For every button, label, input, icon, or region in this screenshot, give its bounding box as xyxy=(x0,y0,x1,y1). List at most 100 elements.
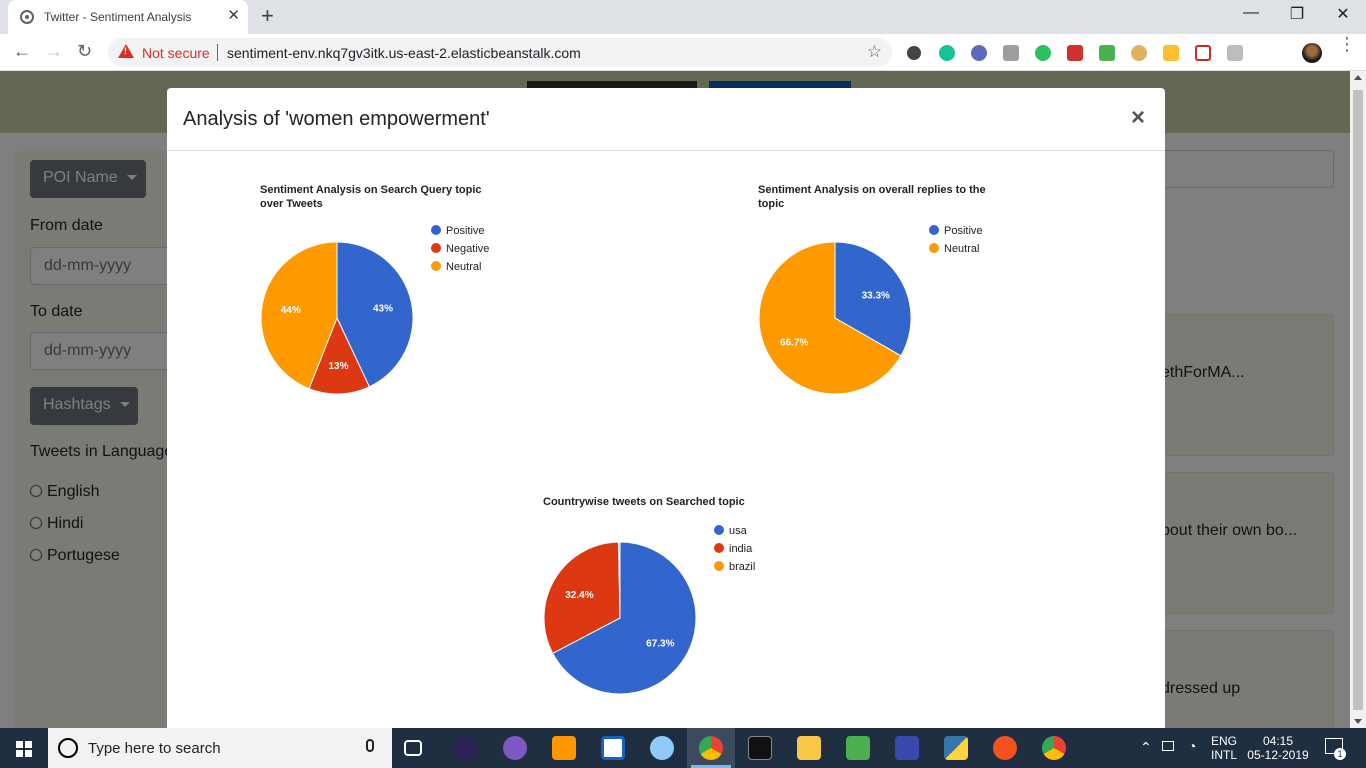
modal-header: Analysis of 'women empowerment' × xyxy=(167,88,1165,151)
url-text[interactable]: sentiment-env.nkq7gv3itk.us-east-2.elast… xyxy=(227,45,581,61)
terminal-icon[interactable] xyxy=(748,736,772,760)
legend-label: Negative xyxy=(446,243,490,255)
task-view-icon[interactable] xyxy=(404,740,422,756)
legend-item[interactable]: Negative xyxy=(431,242,489,256)
skype-icon[interactable] xyxy=(971,45,987,61)
reload-button[interactable]: ↻ xyxy=(77,41,92,61)
minimize-button[interactable]: — xyxy=(1228,4,1274,22)
cors-icon[interactable] xyxy=(1099,45,1115,61)
slice-label: 13% xyxy=(328,361,348,372)
slice-label: 43% xyxy=(373,304,393,315)
extension-icon-11[interactable] xyxy=(1227,45,1243,61)
chart-title: Countrywise tweets on Searched topic xyxy=(543,496,745,508)
legend-item[interactable]: Neutral xyxy=(431,260,481,274)
python-icon[interactable] xyxy=(944,736,968,760)
analysis-modal: Analysis of 'women empowerment' × Sentim… xyxy=(167,88,1165,738)
language-top: ENG xyxy=(1210,734,1237,748)
evernote-icon[interactable] xyxy=(1035,45,1051,61)
divider xyxy=(217,44,218,61)
forward-button[interactable]: → xyxy=(45,41,63,61)
back-button[interactable]: ← xyxy=(13,41,31,61)
windows-start-icon[interactable] xyxy=(16,741,32,757)
warning-icon xyxy=(118,44,134,58)
wifi-icon[interactable]: ◔ xyxy=(1188,739,1196,753)
cortana-icon xyxy=(58,738,78,758)
pie-chart: 67.3% 32.4% xyxy=(543,541,697,695)
network-app-icon[interactable] xyxy=(895,736,919,760)
legend-label: india xyxy=(729,543,753,555)
scroll-up-icon[interactable] xyxy=(1354,75,1362,80)
legend-swatch xyxy=(714,561,724,571)
pocket-icon[interactable] xyxy=(1195,45,1211,61)
file-explorer-icon[interactable] xyxy=(797,736,821,760)
legend-label: usa xyxy=(729,525,747,537)
postman-icon[interactable] xyxy=(993,736,1017,760)
legend-item[interactable]: usa xyxy=(714,524,747,538)
legend-item[interactable]: brazil xyxy=(714,560,755,574)
pie-chart: 33.3% 66.7% xyxy=(758,241,912,395)
legend-label: Positive xyxy=(944,225,983,237)
scroll-down-icon[interactable] xyxy=(1354,719,1362,724)
legend-item[interactable]: india xyxy=(714,542,752,556)
sublime-icon[interactable] xyxy=(552,736,576,760)
chrome-icon[interactable] xyxy=(699,736,723,760)
clock[interactable]: 04:15 05-12-2019 xyxy=(1246,734,1310,762)
tray-chevron-icon[interactable]: ⌃ xyxy=(1140,740,1152,754)
legend-item[interactable]: Neutral xyxy=(929,242,979,256)
legend-swatch xyxy=(431,243,441,253)
bookmark-extension-icon[interactable] xyxy=(1067,45,1083,61)
extension-icon-1[interactable] xyxy=(907,46,921,60)
chart-title: Sentiment Analysis on overall replies to… xyxy=(758,184,986,210)
legend-label: Positive xyxy=(446,225,485,237)
slice-label: 67.3% xyxy=(646,638,674,649)
legend-swatch xyxy=(929,243,939,253)
address-bar[interactable]: Not secure sentiment-env.nkq7gv3itk.us-e… xyxy=(108,38,892,67)
eclipse-icon[interactable] xyxy=(454,736,478,760)
legend-label: Neutral xyxy=(944,243,980,255)
tab-strip: Twitter - Sentiment Analysis ✕ + — ❐ ✕ xyxy=(0,0,1366,34)
window-close-button[interactable]: ✕ xyxy=(1320,4,1366,24)
new-tab-button[interactable]: + xyxy=(261,5,274,27)
microphone-icon[interactable] xyxy=(366,739,374,752)
legend-swatch xyxy=(431,261,441,271)
profile-avatar[interactable] xyxy=(1302,43,1322,63)
app-icon[interactable] xyxy=(601,736,625,760)
legend-item[interactable]: Positive xyxy=(929,224,983,238)
language-indicator[interactable]: ENG INTL xyxy=(1208,734,1240,762)
browser-menu-icon[interactable]: ⋮ xyxy=(1338,35,1356,53)
taskbar-search-placeholder: Type here to search xyxy=(88,740,221,757)
page-scrollbar[interactable] xyxy=(1350,71,1366,728)
not-secure-label[interactable]: Not secure xyxy=(142,45,210,61)
legend-swatch xyxy=(714,525,724,535)
language-bottom: INTL xyxy=(1210,748,1237,762)
tab-title: Twitter - Sentiment Analysis xyxy=(44,10,192,24)
legend-swatch xyxy=(929,225,939,235)
globe-icon xyxy=(20,10,34,24)
modal-title: Analysis of 'women empowerment' xyxy=(183,108,490,130)
clock-date: 05-12-2019 xyxy=(1247,748,1309,762)
pencil-icon[interactable] xyxy=(1163,45,1179,61)
legend-label: Neutral xyxy=(446,261,482,273)
legend-label: brazil xyxy=(729,561,756,573)
modal-close-button[interactable]: × xyxy=(1131,106,1145,130)
tab-close-icon[interactable]: ✕ xyxy=(227,8,240,24)
taskbar-search[interactable]: Type here to search xyxy=(48,728,392,768)
browser-toolbar: ← → ↻ Not secure sentiment-env.nkq7gv3it… xyxy=(0,34,1366,71)
extension-icon-4[interactable] xyxy=(1003,45,1019,61)
legend-item[interactable]: Positive xyxy=(431,224,485,238)
scrollbar-thumb[interactable] xyxy=(1353,90,1363,710)
pie-chart: 43% 13% 44% xyxy=(260,241,414,395)
browser-tab[interactable]: Twitter - Sentiment Analysis ✕ xyxy=(8,0,248,34)
maximize-button[interactable]: ❐ xyxy=(1274,4,1320,24)
spreadsheet-icon[interactable] xyxy=(846,736,870,760)
slice-label: 44% xyxy=(281,305,301,316)
paint-icon[interactable] xyxy=(650,736,674,760)
slice-label: 33.3% xyxy=(862,290,890,301)
chrome-icon[interactable] xyxy=(1042,736,1066,760)
bookmark-star-icon[interactable]: ☆ xyxy=(867,42,882,62)
grammarly-icon[interactable] xyxy=(939,45,955,61)
github-icon[interactable] xyxy=(503,736,527,760)
palette-icon[interactable] xyxy=(1131,45,1147,61)
battery-icon[interactable] xyxy=(1162,741,1174,751)
legend-swatch xyxy=(714,543,724,553)
